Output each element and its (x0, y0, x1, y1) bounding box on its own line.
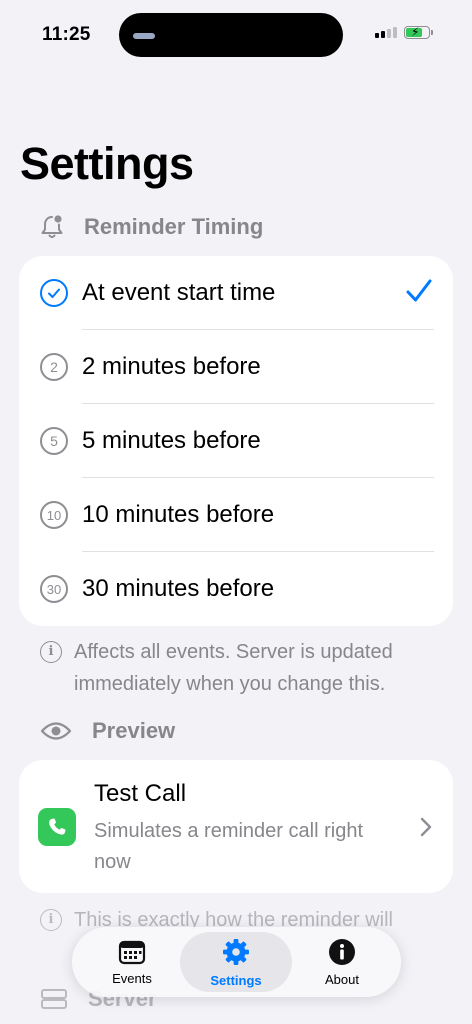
phone-icon (38, 808, 76, 846)
tab-about-label: About (325, 971, 359, 987)
info-icon (329, 938, 355, 965)
option-2-minutes[interactable]: 2 2 minutes before (19, 330, 453, 404)
tab-settings-label: Settings (210, 972, 262, 988)
checkmark-circle-icon (40, 279, 68, 307)
chevron-right-icon (420, 817, 432, 837)
reminder-timing-header: Reminder Timing (40, 214, 263, 240)
tab-events-label: Events (112, 970, 152, 986)
cellular-signal-icon (375, 27, 397, 38)
status-time: 11:25 (42, 24, 91, 45)
reminder-footnote: i Affects all events. Server is updated … (40, 636, 430, 700)
option-5-minutes[interactable]: 5 5 minutes before (19, 404, 453, 478)
status-indicators: ⚡ (375, 25, 433, 39)
selected-checkmark-icon (406, 279, 432, 302)
number-30-circle-icon: 30 (40, 575, 68, 603)
reminder-options-list: At event start time 2 2 minutes before 5… (19, 256, 453, 626)
tab-about[interactable]: About (294, 932, 390, 992)
server-rack-icon (41, 989, 67, 1009)
info-circle-icon: i (40, 641, 62, 663)
page-title: Settings (20, 138, 194, 189)
test-call-subtitle: Simulates a reminder call right now (94, 820, 363, 873)
option-label: 30 minutes before (82, 575, 275, 602)
option-label: 2 minutes before (82, 353, 261, 380)
eye-icon (40, 722, 72, 740)
option-label: At event start time (82, 279, 276, 306)
calendar-icon (118, 940, 146, 964)
option-label: 5 minutes before (82, 427, 261, 454)
dynamic-island (119, 13, 343, 57)
option-event-start[interactable]: At event start time (19, 256, 453, 330)
preview-header: Preview (40, 718, 175, 744)
test-call-title: Test Call (94, 780, 187, 807)
island-indicator (133, 33, 155, 39)
tab-events[interactable]: Events (84, 932, 180, 992)
info-circle-icon: i (40, 909, 62, 931)
number-5-circle-icon: 5 (40, 427, 68, 455)
preview-title: Preview (92, 718, 176, 743)
test-call-row[interactable]: Test Call Simulates a reminder call righ… (19, 760, 453, 893)
number-10-circle-icon: 10 (40, 501, 68, 529)
option-label: 10 minutes before (82, 501, 275, 528)
option-30-minutes[interactable]: 30 30 minutes before (19, 552, 453, 626)
gear-icon (223, 938, 249, 965)
tab-settings[interactable]: Settings (180, 932, 292, 992)
option-10-minutes[interactable]: 10 10 minutes before (19, 478, 453, 552)
bell-badge-icon (41, 215, 63, 238)
battery-icon: ⚡ (404, 25, 433, 39)
tab-bar: Events Settings About (72, 927, 401, 997)
reminder-footnote-text: Affects all events. Server is updated im… (74, 641, 393, 695)
number-2-circle-icon: 2 (40, 353, 68, 381)
reminder-timing-title: Reminder Timing (84, 214, 264, 239)
